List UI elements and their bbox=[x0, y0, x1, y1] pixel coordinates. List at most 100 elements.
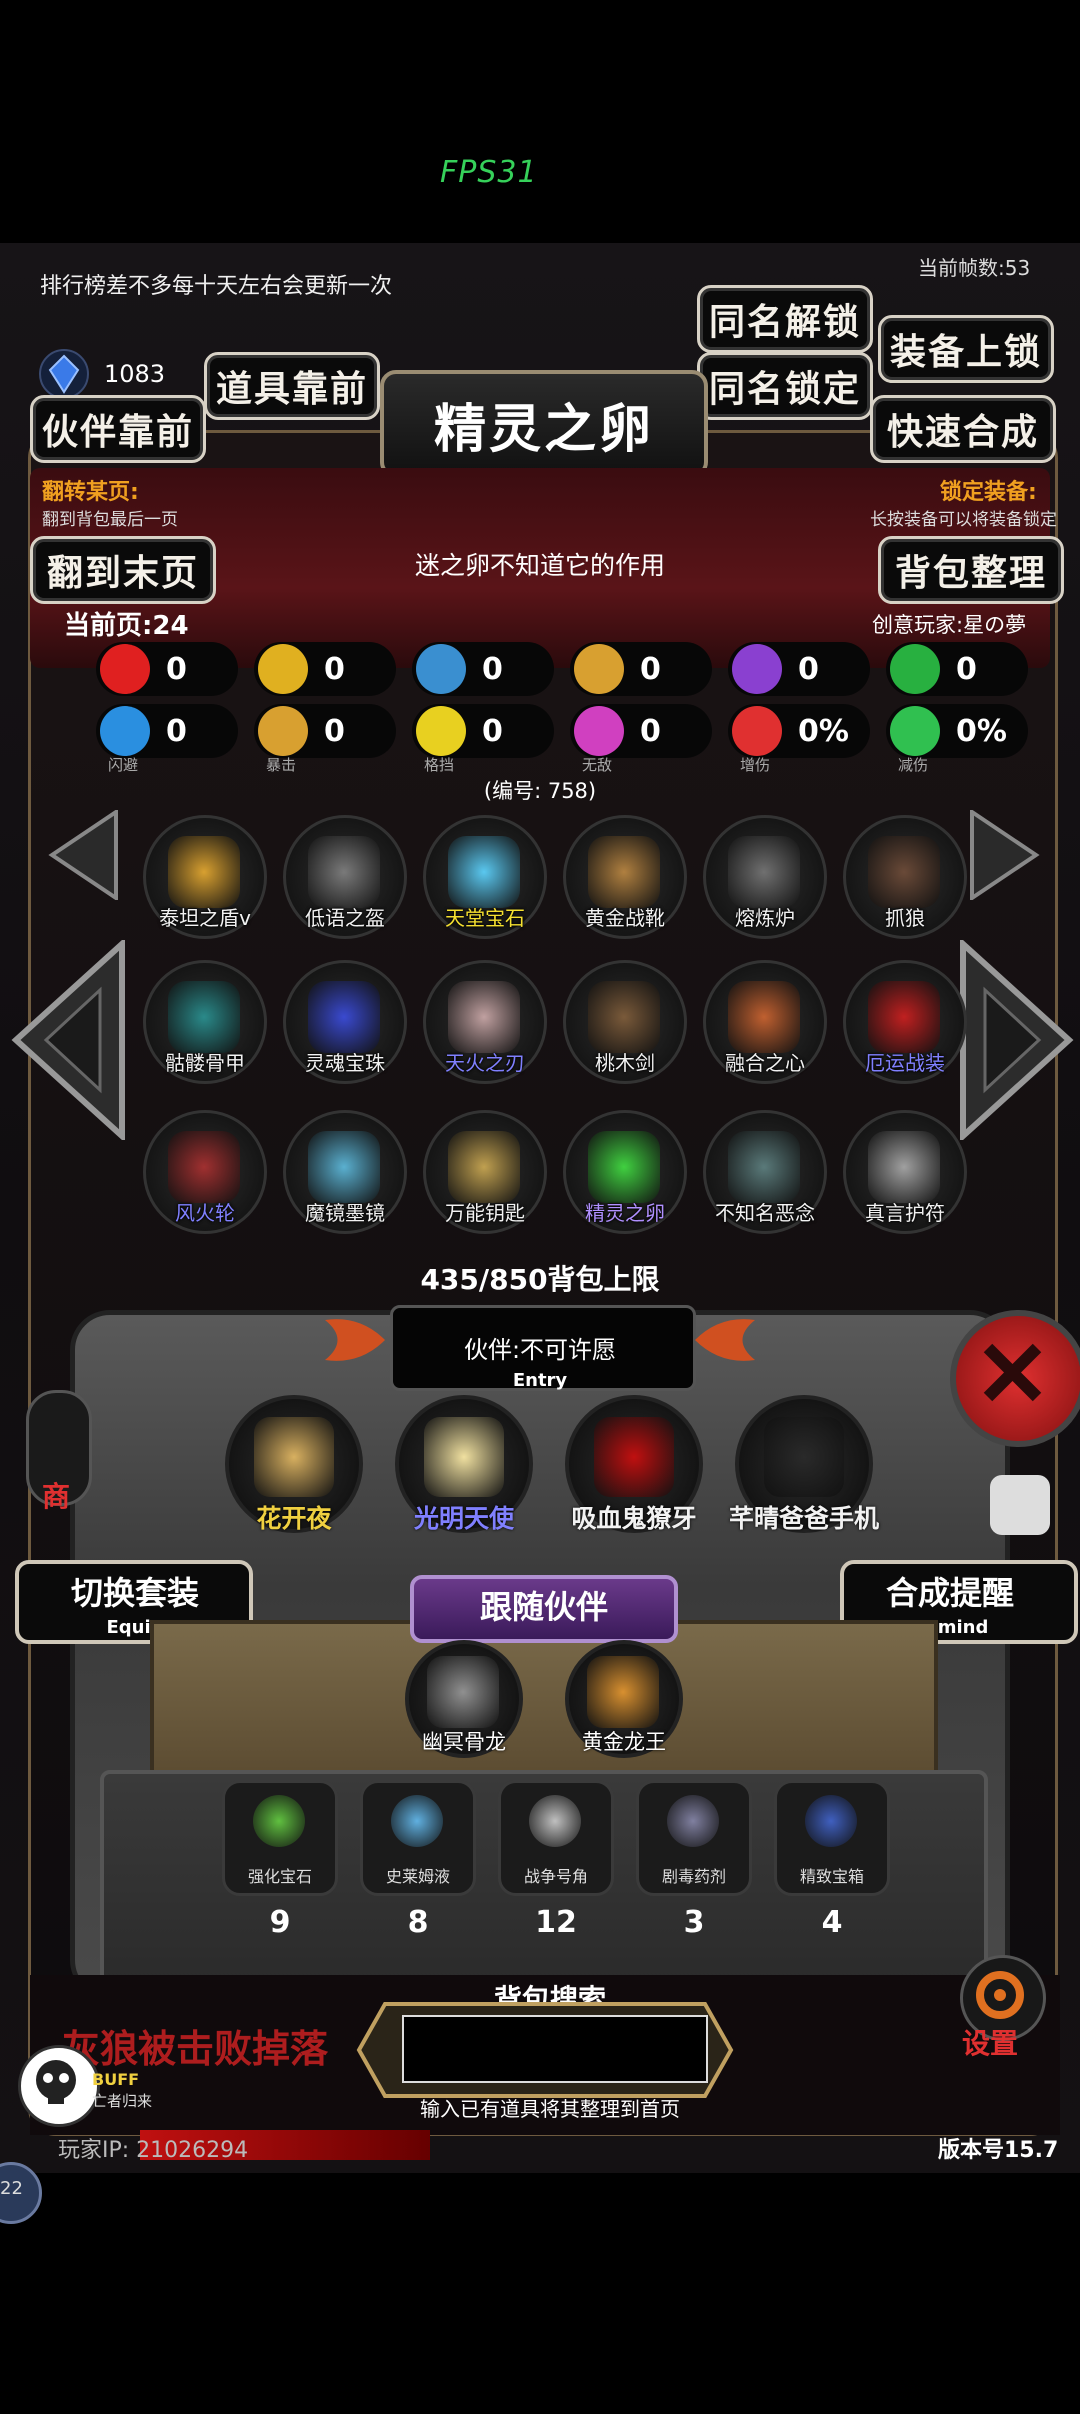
item-name: 万能钥匙 bbox=[445, 1201, 525, 1225]
inventory-item[interactable]: 精灵之卵 bbox=[563, 1110, 687, 1234]
item-code: (编号: 758) bbox=[483, 779, 597, 803]
gear-icon bbox=[976, 1971, 1024, 2019]
item-name: 熔炼炉 bbox=[735, 906, 795, 930]
dice-icon[interactable] bbox=[990, 1475, 1050, 1535]
lightning-icon bbox=[732, 644, 782, 694]
consumable-slot[interactable]: 强化宝石 9 bbox=[222, 1780, 338, 1940]
follower-name: 黄金龙王 bbox=[582, 1730, 666, 1754]
item-icon bbox=[308, 1131, 380, 1203]
item-name: 骷髅骨甲 bbox=[165, 1051, 245, 1075]
dodge-icon bbox=[100, 706, 150, 756]
clover-icon bbox=[890, 644, 940, 694]
partner-name: 吸血鬼獠牙 bbox=[571, 1504, 697, 1533]
next-page-arrow[interactable] bbox=[960, 937, 1075, 1144]
item-name: 泰坦之盾v bbox=[159, 906, 251, 930]
invincible-icon bbox=[574, 706, 624, 756]
inventory-item[interactable]: 骷髅骨甲 bbox=[143, 960, 267, 1084]
inventory-item[interactable]: 不知名恶念 bbox=[703, 1110, 827, 1234]
consumable-count: 4 bbox=[821, 1905, 843, 1940]
side-badge-label: 22 bbox=[0, 2178, 23, 2199]
current-page: 当前页:24 bbox=[64, 611, 189, 641]
inventory-item[interactable]: 天堂宝石 bbox=[423, 815, 547, 939]
partner-slot[interactable]: 花开夜 bbox=[225, 1395, 363, 1533]
entry-label: Entry bbox=[512, 1370, 568, 1391]
heart-icon bbox=[100, 644, 150, 694]
inventory-item[interactable]: 魔镜墨镜 bbox=[283, 1110, 407, 1234]
stat-helmet: 0 bbox=[412, 642, 554, 696]
prev-page-small-arrow[interactable] bbox=[48, 808, 118, 904]
follower-name: 幽冥骨龙 bbox=[422, 1730, 506, 1754]
partner-slot[interactable]: 芊晴爸爸手机 bbox=[729, 1395, 879, 1533]
inventory-item[interactable]: 桃木剑 bbox=[563, 960, 687, 1084]
stat-invincible: 0 无敌 bbox=[570, 704, 712, 774]
partner-name: 芊晴爸爸手机 bbox=[728, 1504, 879, 1533]
close-icon bbox=[983, 1343, 1042, 1402]
skull-icon[interactable] bbox=[18, 2045, 100, 2127]
equip-lock-button[interactable]: 装备上锁 bbox=[878, 315, 1054, 383]
prev-page-arrow[interactable] bbox=[10, 937, 125, 1144]
item-name: 桃木剑 bbox=[595, 1051, 655, 1075]
item-icon bbox=[868, 1131, 940, 1203]
partner-icon bbox=[424, 1417, 504, 1497]
next-page-small-arrow[interactable] bbox=[970, 808, 1040, 904]
flip-page-sub: 翻到背包最后一页 bbox=[42, 510, 178, 530]
gem-count: 1083 bbox=[104, 360, 166, 388]
partner-name: 花开夜 bbox=[256, 1504, 332, 1533]
consumable-name: 史莱姆液 bbox=[385, 1867, 450, 1886]
inventory-item[interactable]: 低语之盔 bbox=[283, 815, 407, 939]
item-name: 天火之刃 bbox=[445, 1051, 525, 1075]
flame-ornament-left-icon bbox=[320, 1310, 390, 1370]
inventory-item[interactable]: 真言护符 bbox=[843, 1110, 967, 1234]
item-icon bbox=[168, 836, 240, 908]
stat-luck: 0 bbox=[886, 642, 1028, 696]
item-icon bbox=[448, 836, 520, 908]
item-title: 精灵之卵 bbox=[380, 370, 708, 478]
merge-remind-label: 合成提醒 bbox=[885, 1574, 1014, 1612]
inventory-item[interactable]: 抓狼 bbox=[843, 815, 967, 939]
follower-slot[interactable]: 黄金龙王 bbox=[565, 1640, 683, 1758]
inventory-item[interactable]: 泰坦之盾v bbox=[143, 815, 267, 939]
consumable-icon bbox=[529, 1795, 581, 1847]
notice-text: 排行榜差不多每十天左右会更新一次 bbox=[40, 274, 393, 299]
inventory-item[interactable]: 灵魂宝珠 bbox=[283, 960, 407, 1084]
item-icon bbox=[868, 836, 940, 908]
inventory-item[interactable]: 万能钥匙 bbox=[423, 1110, 547, 1234]
fps-counter: FPS31 bbox=[440, 155, 538, 190]
buff-label: BUFF bbox=[92, 2070, 140, 2089]
partner-name: 光明天使 bbox=[413, 1504, 514, 1533]
item-name: 黄金战靴 bbox=[585, 906, 665, 930]
stat-block: 0 格挡 bbox=[412, 704, 554, 774]
consumable-slot[interactable]: 剧毒药剂 3 bbox=[636, 1780, 752, 1940]
inventory-item[interactable]: 厄运战装 bbox=[843, 960, 967, 1084]
inventory-item[interactable]: 风火轮 bbox=[143, 1110, 267, 1234]
bag-search-input[interactable] bbox=[402, 2015, 708, 2083]
stat-hp: 0 bbox=[96, 642, 238, 696]
follower-icon bbox=[427, 1656, 499, 1728]
same-name-lock-button[interactable]: 同名锁定 bbox=[697, 352, 873, 420]
partner-slot[interactable]: 光明天使 bbox=[395, 1395, 533, 1533]
item-icon bbox=[448, 1131, 520, 1203]
consumable-name: 精致宝箱 bbox=[799, 1867, 864, 1886]
consumable-slot[interactable]: 史莱姆液 8 bbox=[360, 1780, 476, 1940]
consumable-icon bbox=[667, 1795, 719, 1847]
quick-merge-button[interactable]: 快速合成 bbox=[870, 395, 1056, 463]
consumable-slot[interactable]: 战争号角 12 bbox=[498, 1780, 614, 1940]
item-name: 不知名恶念 bbox=[715, 1201, 815, 1225]
partner-front-button[interactable]: 伙伴靠前 bbox=[30, 395, 206, 463]
close-button[interactable] bbox=[950, 1310, 1080, 1447]
gem-icon bbox=[38, 348, 90, 400]
inventory-item[interactable]: 熔炼炉 bbox=[703, 815, 827, 939]
item-front-button[interactable]: 道具靠前 bbox=[204, 352, 380, 420]
inventory-item[interactable]: 融合之心 bbox=[703, 960, 827, 1084]
item-icon bbox=[168, 981, 240, 1053]
inventory-item[interactable]: 天火之刃 bbox=[423, 960, 547, 1084]
follower-slot[interactable]: 幽冥骨龙 bbox=[405, 1640, 523, 1758]
item-description: 迷之卵不知道它的作用 bbox=[414, 551, 665, 580]
same-name-unlock-button[interactable]: 同名解锁 bbox=[697, 285, 873, 353]
consumable-slot[interactable]: 精致宝箱 4 bbox=[774, 1780, 890, 1940]
partner-slot[interactable]: 吸血鬼獠牙 bbox=[565, 1395, 703, 1533]
partner-icon bbox=[254, 1417, 334, 1497]
item-icon bbox=[588, 1131, 660, 1203]
inventory-item[interactable]: 黄金战靴 bbox=[563, 815, 687, 939]
consumable-count: 3 bbox=[683, 1905, 705, 1940]
